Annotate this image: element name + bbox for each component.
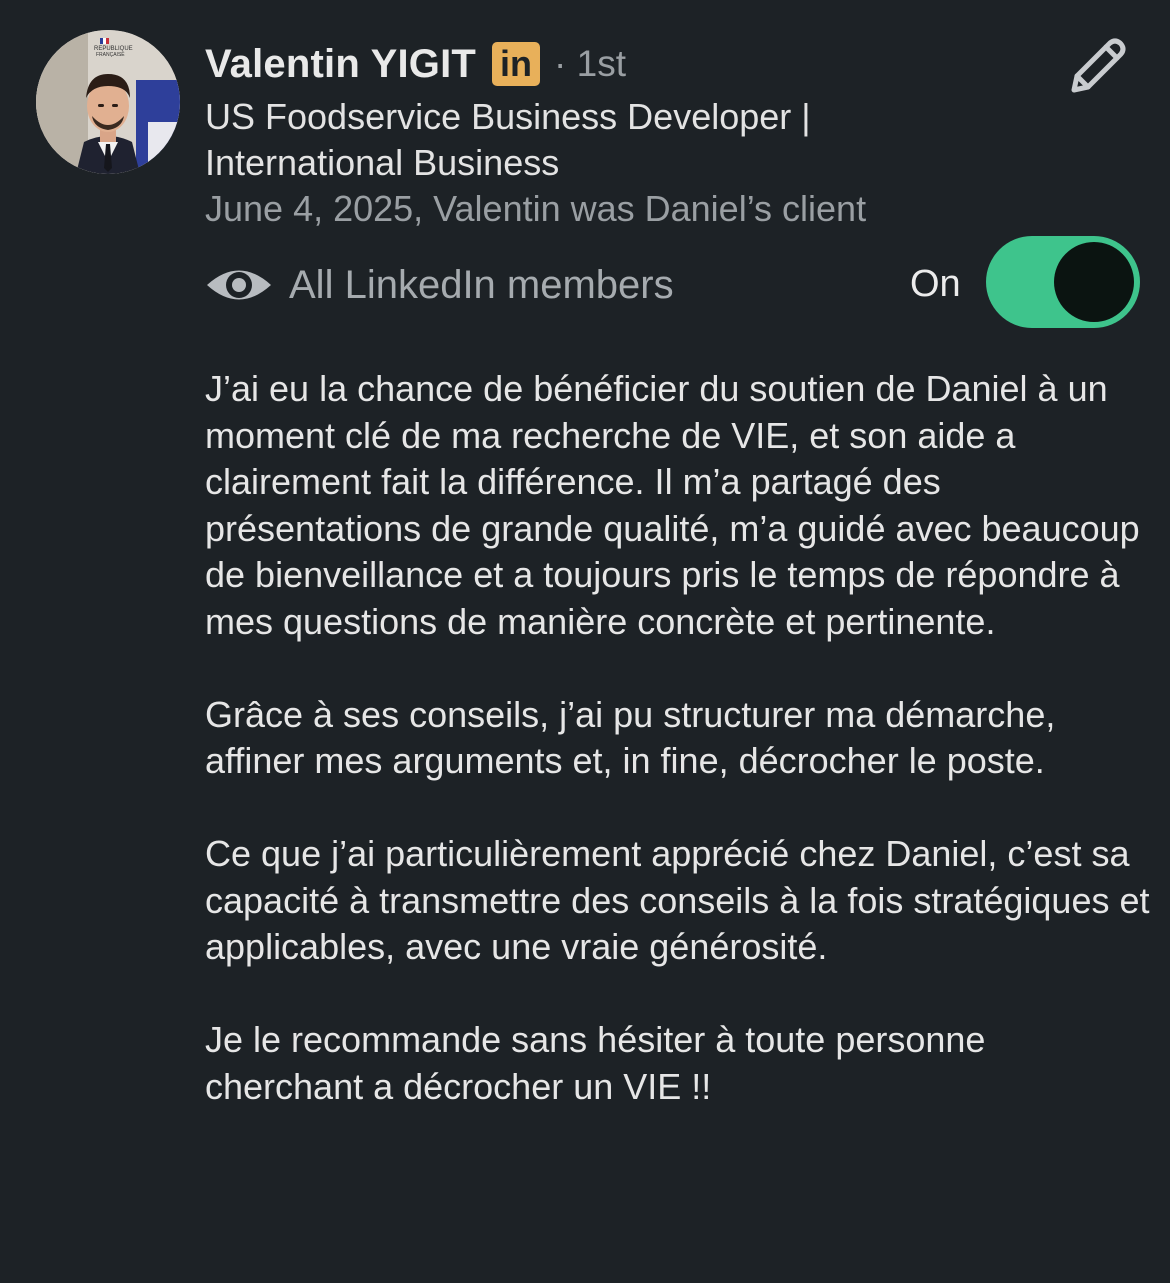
- visibility-toggle[interactable]: [986, 236, 1140, 328]
- profile-name[interactable]: Valentin YIGIT: [205, 42, 476, 87]
- recommendation-paragraph: Je le recommande sans hésiter à toute pe…: [205, 1019, 986, 1107]
- toggle-knob: [1054, 242, 1134, 322]
- eye-icon: [207, 270, 271, 300]
- toggle-state-label: On: [910, 263, 961, 305]
- svg-text:FRANÇAISE: FRANÇAISE: [96, 52, 125, 58]
- visibility-setting: All LinkedIn members: [205, 256, 674, 314]
- profile-headline: US Foodservice Business Developer | Inte…: [205, 96, 811, 183]
- recommendation-paragraph: Grâce à ses conseils, j’ai pu structurer…: [205, 693, 1056, 782]
- relationship-info: June 4, 2025, Valentin was Daniel’s clie…: [205, 188, 867, 229]
- recommendation-paragraph: Ce que j’ai particulièrement apprécié ch…: [205, 833, 1150, 967]
- recommendation-text: J’ai eu la chance de bénéficier du souti…: [205, 366, 1150, 1157]
- pencil-icon[interactable]: [1062, 32, 1132, 102]
- profile-photo: REPUBLIQUE FRANÇAISE: [36, 30, 180, 174]
- linkedin-premium-badge-icon: in: [492, 42, 541, 86]
- name-row: Valentin YIGIT in · 1st: [205, 36, 626, 92]
- avatar[interactable]: REPUBLIQUE FRANÇAISE: [36, 30, 180, 174]
- recommendation-card: REPUBLIQUE FRANÇAISE Valentin YIGIT in ·…: [0, 0, 1170, 1283]
- connection-degree: · 1st: [554, 43, 626, 84]
- recommendation-paragraph: J’ai eu la chance de bénéficier du souti…: [205, 368, 1140, 642]
- visibility-label: All LinkedIn members: [289, 262, 674, 307]
